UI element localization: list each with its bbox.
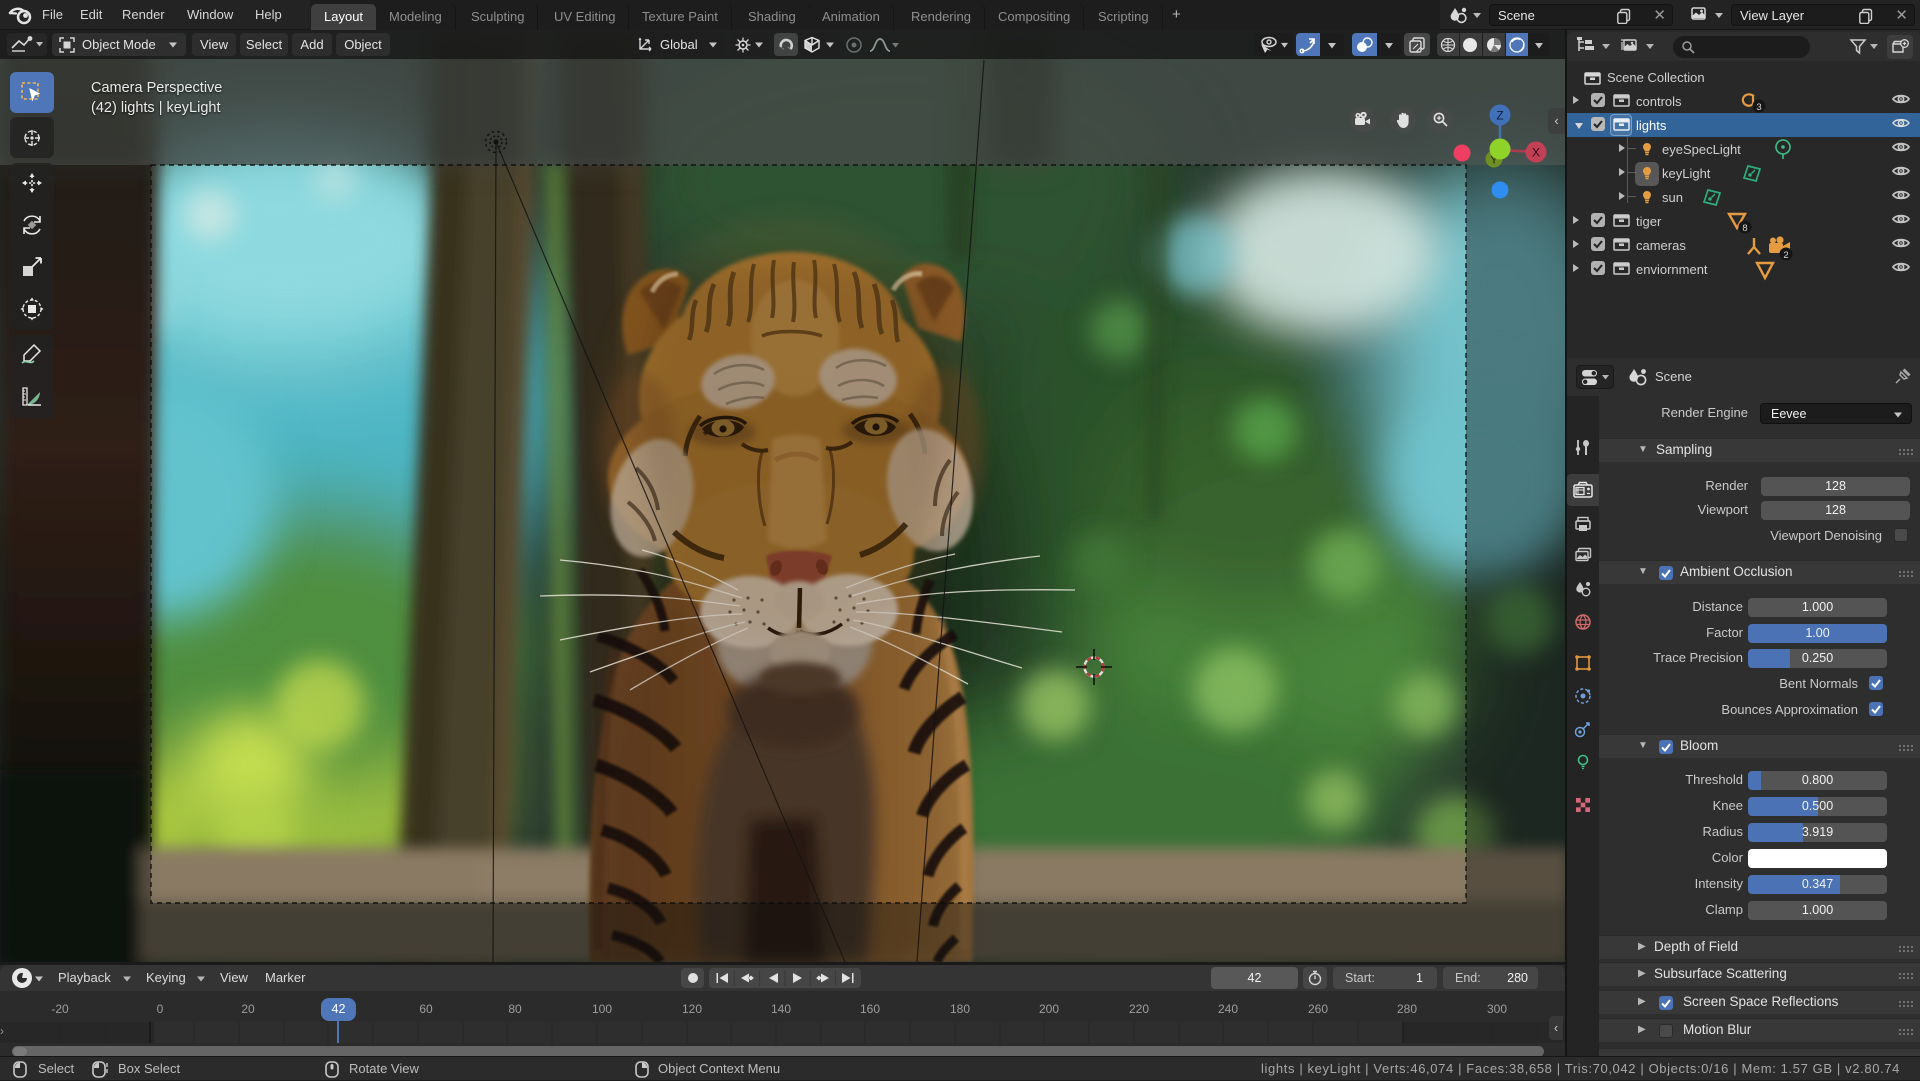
svg-text:2: 2 [1783, 250, 1788, 261]
svg-text:8: 8 [1742, 223, 1747, 234]
svg-text:3: 3 [1756, 102, 1761, 113]
svg-text:Z: Z [1496, 109, 1503, 123]
svg-text:X: X [1532, 146, 1540, 160]
